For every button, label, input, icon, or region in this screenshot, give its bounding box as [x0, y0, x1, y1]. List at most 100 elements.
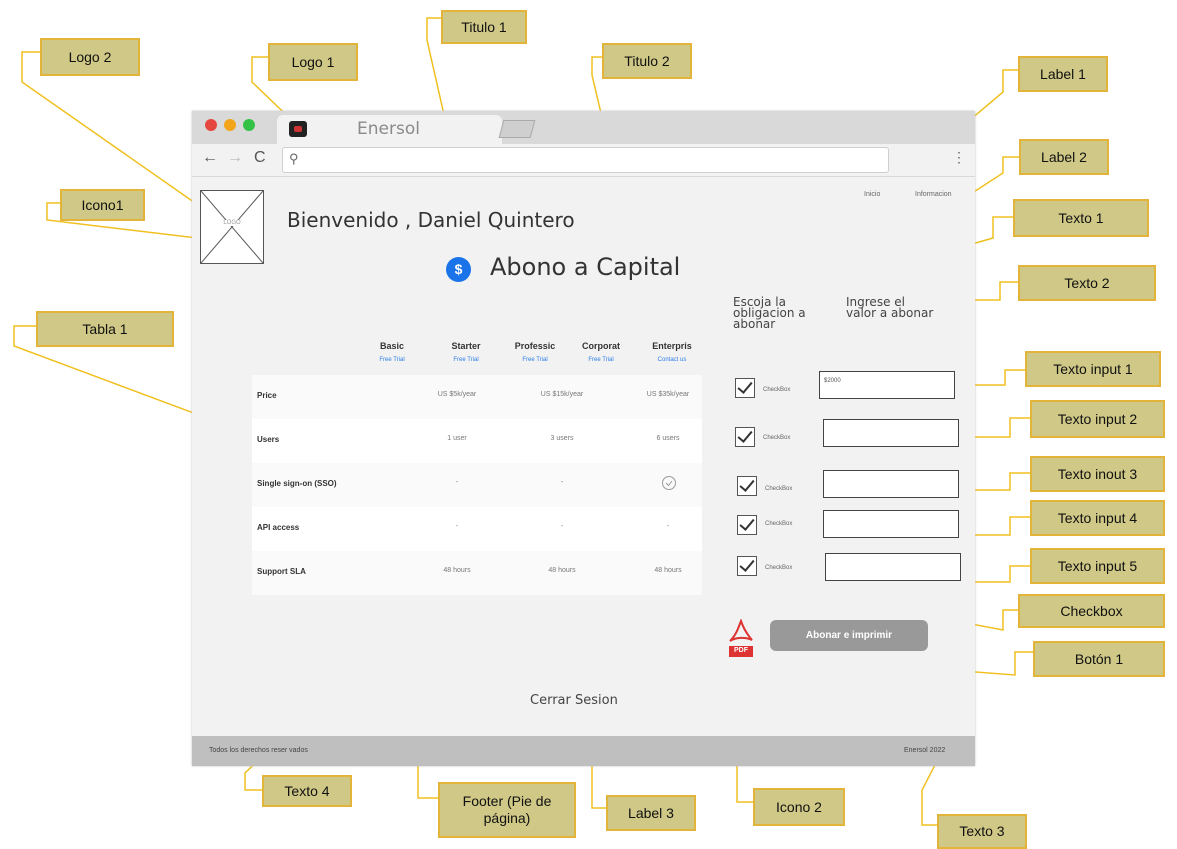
- browser-tab[interactable]: Enersol: [277, 115, 502, 144]
- callout-texto-input-2: Texto input 2: [1030, 400, 1165, 438]
- table-row: Users 1 user 3 users 6 users: [252, 419, 702, 463]
- tab-bar: Enersol: [192, 111, 975, 144]
- table-cell: -: [455, 523, 459, 530]
- check-circle-icon: [662, 476, 676, 490]
- minimize-window-dot[interactable]: [224, 119, 236, 131]
- obligation-checkbox[interactable]: [735, 378, 755, 398]
- callout-boton1: Botón 1: [1033, 641, 1165, 677]
- obligation-checkbox[interactable]: [737, 556, 757, 576]
- callout-texto4: Texto 4: [262, 775, 352, 807]
- table-cell: -: [666, 523, 670, 530]
- callout-titulo2: Titulo 2: [602, 43, 692, 79]
- table-cell: 48 hours: [443, 567, 471, 574]
- callout-label1: Label 1: [1018, 56, 1108, 92]
- callout-checkbox: Checkbox: [1018, 594, 1165, 628]
- table-cell: 1 user: [447, 435, 467, 442]
- plan-link[interactable]: Free Trial: [506, 357, 564, 363]
- callout-logo2: Logo 2: [40, 38, 140, 76]
- footer-rights-text: Todos los derechos reser vados: [209, 747, 308, 754]
- plan-link[interactable]: Contact us: [643, 357, 701, 363]
- row-label: Support SLA: [257, 567, 306, 576]
- table-cell: -: [560, 523, 564, 530]
- nav-informacion[interactable]: Informacion: [915, 191, 952, 198]
- amount-header-line: valor a abonar: [846, 306, 934, 320]
- plan-link[interactable]: Free Trial: [363, 357, 421, 363]
- obligation-checkbox[interactable]: [737, 476, 757, 496]
- table-row: Price US $5k/year US $15k/year US $35k/y…: [252, 375, 702, 419]
- callout-label3: Label 3: [606, 795, 696, 831]
- amount-input-3[interactable]: [823, 470, 959, 498]
- table-cell: 48 hours: [654, 567, 682, 574]
- plan-name: Corporat: [582, 341, 620, 351]
- pay-and-print-button[interactable]: Abonar e imprimir: [770, 620, 928, 651]
- table-cell: 48 hours: [548, 567, 576, 574]
- leader-texto3: [921, 764, 937, 826]
- callout-texto-input-4: Texto input 4: [1030, 500, 1165, 536]
- callout-texto3: Texto 3: [937, 814, 1027, 849]
- obligation-header: Escoja la obligacion a abonar: [733, 296, 806, 331]
- plan-name: Starter: [451, 341, 481, 351]
- plan-name: Professic: [514, 341, 556, 351]
- close-window-dot[interactable]: [205, 119, 217, 131]
- table-cell: 6 users: [656, 435, 680, 442]
- callout-texto1: Texto 1: [1013, 199, 1149, 237]
- amount-input-4[interactable]: [823, 510, 959, 538]
- checkbox-label: CheckBox: [763, 435, 791, 441]
- logout-link[interactable]: Cerrar Sesion: [530, 693, 618, 708]
- obligation-checkbox[interactable]: [737, 515, 757, 535]
- amount-input-5[interactable]: [825, 553, 961, 581]
- address-bar[interactable]: ⚲: [282, 147, 889, 173]
- callout-label2: Label 2: [1019, 139, 1109, 175]
- pdf-label: PDF: [734, 647, 748, 654]
- tab-title: Enersol: [357, 119, 420, 139]
- page-title: Abono a Capital: [490, 253, 681, 281]
- navigation-bar: ← → C ⚲ ⋮: [192, 144, 975, 177]
- menu-kebab-icon[interactable]: ⋮: [952, 149, 966, 166]
- row-label: Single sign-on (SSO): [257, 479, 337, 488]
- table-cell: -: [560, 479, 564, 486]
- site-logo-icon: [289, 121, 307, 137]
- maximize-window-dot[interactable]: [243, 119, 255, 131]
- plan-link[interactable]: Free Trial: [437, 357, 495, 363]
- callout-texto-input-5: Texto input 5: [1030, 548, 1165, 584]
- table-cell: US $35k/year: [646, 391, 690, 398]
- callout-tabla1: Tabla 1: [36, 311, 174, 347]
- amount-input-2[interactable]: [823, 419, 959, 447]
- callout-titulo1: Titulo 1: [441, 10, 527, 44]
- table-cell: US $15k/year: [540, 391, 584, 398]
- table-row: Single sign-on (SSO) - -: [252, 463, 702, 507]
- obligation-header-line: abonar: [733, 317, 776, 331]
- plan-name: Enterpris: [652, 341, 692, 351]
- table-cell: -: [455, 479, 459, 486]
- new-tab-button[interactable]: [498, 120, 536, 138]
- amount-input-value: $2000: [824, 378, 841, 384]
- obligation-checkbox[interactable]: [735, 427, 755, 447]
- table-cell: US $5k/year: [437, 391, 477, 398]
- footer-brand-text: Enersol 2022: [904, 747, 946, 754]
- amount-header: Ingrese el valor a abonar: [846, 296, 934, 320]
- callout-icono2: Icono 2: [753, 788, 845, 826]
- nav-inicio[interactable]: Inicio: [864, 191, 880, 198]
- row-label: Price: [257, 391, 277, 400]
- search-icon: ⚲: [289, 151, 299, 166]
- plan-link[interactable]: Free Trial: [572, 357, 630, 363]
- logo-placeholder: LOGO: [200, 190, 264, 264]
- callout-texto-input-3: Texto inout 3: [1030, 456, 1165, 492]
- row-label: Users: [257, 435, 280, 444]
- callout-logo1: Logo 1: [268, 43, 358, 81]
- reload-icon[interactable]: C: [254, 149, 266, 167]
- callout-texto2: Texto 2: [1018, 265, 1156, 301]
- logo-cross-icon: [201, 191, 263, 263]
- table-row: Support SLA 48 hours 48 hours 48 hours: [252, 551, 702, 595]
- footer: Todos los derechos reser vados Enersol 2…: [192, 736, 975, 766]
- callout-footer: Footer (Pie de página): [438, 782, 576, 838]
- checkbox-label: CheckBox: [765, 521, 793, 527]
- forward-icon[interactable]: →: [227, 149, 243, 167]
- checkbox-label: CheckBox: [765, 565, 793, 571]
- dollar-icon: $: [446, 257, 471, 282]
- row-label: API access: [257, 523, 300, 532]
- back-icon[interactable]: ←: [202, 149, 218, 167]
- welcome-title: Bienvenido , Daniel Quintero: [287, 208, 575, 232]
- browser-window: Enersol ← → C ⚲ ⋮ LOGO Inicio Informacio…: [192, 111, 975, 766]
- amount-input-1[interactable]: $2000: [819, 371, 955, 399]
